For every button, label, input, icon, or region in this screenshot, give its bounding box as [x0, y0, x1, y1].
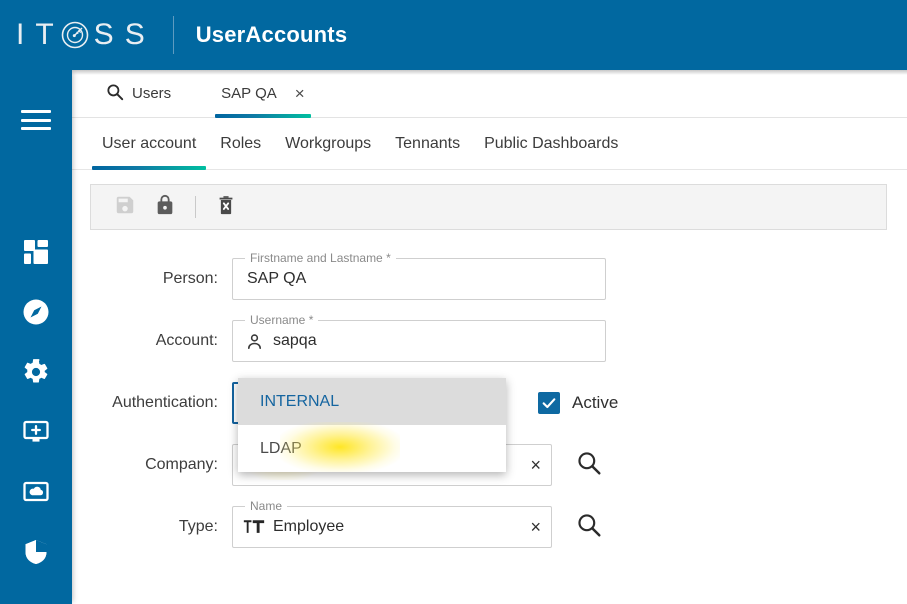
tab-close-icon[interactable]: ×: [295, 85, 305, 102]
sidebar-item-settings[interactable]: [0, 342, 72, 402]
logo-letter-i: I: [16, 18, 27, 51]
toolbar-separator: [195, 196, 196, 218]
monitor-cloud-icon: [22, 478, 50, 506]
checkbox-checked-icon: [538, 392, 560, 414]
form-toolbar: [90, 184, 887, 230]
delete-button[interactable]: [206, 187, 246, 227]
type-name-legend: Name: [245, 499, 288, 513]
subtab-roles[interactable]: Roles: [208, 118, 273, 170]
subtab-workgroups-label: Workgroups: [285, 134, 372, 152]
header-divider: [172, 16, 174, 54]
dropdown-option-internal[interactable]: INTERNAL: [238, 378, 506, 425]
form-row-person: Person: Firstname and Lastname * SAP QA: [72, 248, 907, 310]
username-legend: Username *: [245, 313, 319, 327]
subtab-active-underline: [92, 165, 207, 170]
monitor-add-icon: [22, 418, 50, 446]
compass-explore-icon: [22, 298, 50, 326]
shield-security-icon: [22, 538, 50, 566]
magnifier-icon: [576, 512, 602, 543]
tab-strip: Users SAP QA ×: [72, 70, 907, 118]
lock-icon: [154, 194, 176, 221]
dropdown-option-internal-label: INTERNAL: [260, 392, 340, 410]
type-row-label: Type:: [178, 518, 218, 535]
subtab-roles-label: Roles: [220, 134, 262, 152]
sidebar-item-explore[interactable]: [0, 282, 72, 342]
sidebar-item-dashboard[interactable]: [0, 222, 72, 282]
subtab-workgroups[interactable]: Workgroups: [273, 118, 383, 170]
company-search-button[interactable]: [572, 448, 606, 482]
app-header: I T S S UserAccounts: [0, 0, 907, 70]
save-button[interactable]: [105, 187, 145, 227]
tab-users-label: Users: [132, 85, 172, 102]
person-icon: [243, 332, 265, 351]
brand-logo[interactable]: I T S S: [16, 15, 147, 55]
form-row-account: Account: Username * sapqa: [72, 310, 907, 372]
account-row-label: Account:: [155, 332, 218, 349]
company-clear-icon[interactable]: ×: [530, 456, 541, 474]
dashboard-grid-icon: [22, 238, 50, 266]
type-search-button[interactable]: [572, 510, 606, 544]
username-field[interactable]: Username * sapqa: [232, 313, 606, 362]
hamburger-menu-icon: [21, 110, 51, 130]
logo-letter-s2: S: [124, 18, 147, 51]
logo-letter-t: T: [35, 18, 56, 51]
person-name-field[interactable]: Firstname and Lastname * SAP QA: [232, 251, 606, 300]
person-name-value: SAP QA: [247, 270, 307, 287]
trash-delete-icon: [215, 194, 237, 221]
active-checkbox-label: Active: [572, 393, 619, 412]
person-row-label: Person:: [162, 270, 218, 287]
page-title: UserAccounts: [195, 22, 348, 47]
username-value: sapqa: [273, 332, 317, 349]
person-name-legend: Firstname and Lastname *: [245, 251, 396, 265]
type-name-value: Employee: [273, 518, 345, 535]
magnifier-icon: [576, 450, 602, 481]
subtab-user-account-label: User account: [102, 134, 197, 152]
tab-users[interactable]: Users: [92, 70, 185, 118]
form-row-type: Type: Name Employee ×: [72, 496, 907, 558]
company-row-label: Company:: [145, 456, 218, 473]
type-name-field[interactable]: Name Employee ×: [232, 499, 552, 548]
sidebar-item-cloud-monitor[interactable]: [0, 462, 72, 522]
subtab-user-account[interactable]: User account: [90, 118, 208, 170]
floppy-save-icon: [114, 194, 136, 221]
content-area: Users SAP QA × User account Roles Workgr…: [72, 70, 907, 604]
type-clear-icon[interactable]: ×: [530, 518, 541, 536]
gear-settings-icon: [22, 358, 50, 386]
active-checkbox[interactable]: Active: [538, 392, 618, 414]
subtab-tennants-label: Tennants: [395, 134, 461, 152]
subtab-tennants[interactable]: Tennants: [383, 118, 472, 170]
sidebar-item-security[interactable]: [0, 522, 72, 582]
lock-button[interactable]: [145, 187, 185, 227]
sidebar: [0, 70, 72, 604]
search-icon: [106, 83, 124, 105]
logo-letter-s1: S: [93, 18, 116, 51]
text-format-icon: [243, 518, 265, 536]
itoss-circle-logo-icon: [60, 20, 90, 50]
tab-sap-qa[interactable]: SAP QA ×: [207, 70, 319, 118]
subtab-public-dashboards[interactable]: Public Dashboards: [472, 118, 630, 170]
sidebar-item-menu-toggle[interactable]: [0, 90, 72, 150]
subtab-strip: User account Roles Workgroups Tennants P…: [72, 118, 907, 170]
authentication-type-dropdown: INTERNAL LDAP: [238, 378, 506, 472]
dropdown-option-ldap[interactable]: LDAP: [238, 425, 506, 472]
subtab-public-dashboards-label: Public Dashboards: [484, 134, 619, 152]
authentication-row-label: Authentication:: [112, 394, 218, 411]
dropdown-option-ldap-label: LDAP: [260, 439, 302, 457]
tab-sap-qa-label: SAP QA: [221, 85, 277, 102]
sidebar-item-add-monitor[interactable]: [0, 402, 72, 462]
